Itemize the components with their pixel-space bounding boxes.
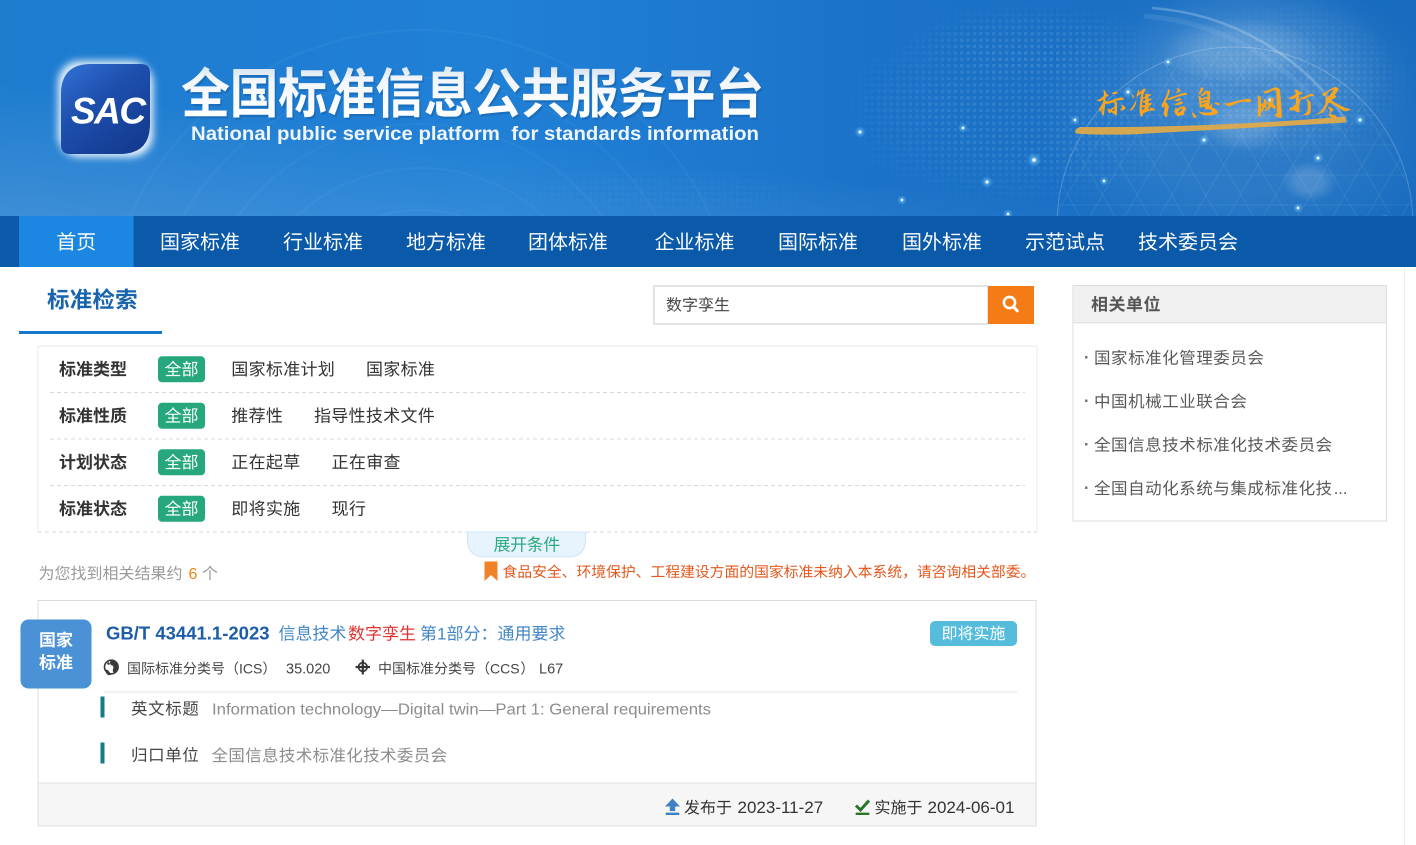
svg-text:1: 1: [437, 625, 446, 644]
svg-text:2024-06-01: 2024-06-01: [928, 798, 1015, 817]
svg-text:2023-11-27: 2023-11-27: [738, 798, 824, 817]
svg-text:CCS: CCS: [490, 660, 520, 676]
svg-text:GB/T 43441.1-2023: GB/T 43441.1-2023: [106, 623, 270, 644]
svg-text:SAC: SAC: [71, 91, 147, 132]
svg-text:L67: L67: [539, 661, 563, 677]
svg-text:6: 6: [189, 566, 198, 583]
svg-text:35.020: 35.020: [286, 661, 330, 677]
svg-text:National public service platfo: National public service platform for sta…: [191, 124, 759, 145]
svg-text:...: ...: [1334, 480, 1348, 498]
svg-text:Information technology—Digital: Information technology—Digital twin—Part…: [212, 702, 711, 719]
svg-text:ICS: ICS: [239, 660, 262, 676]
